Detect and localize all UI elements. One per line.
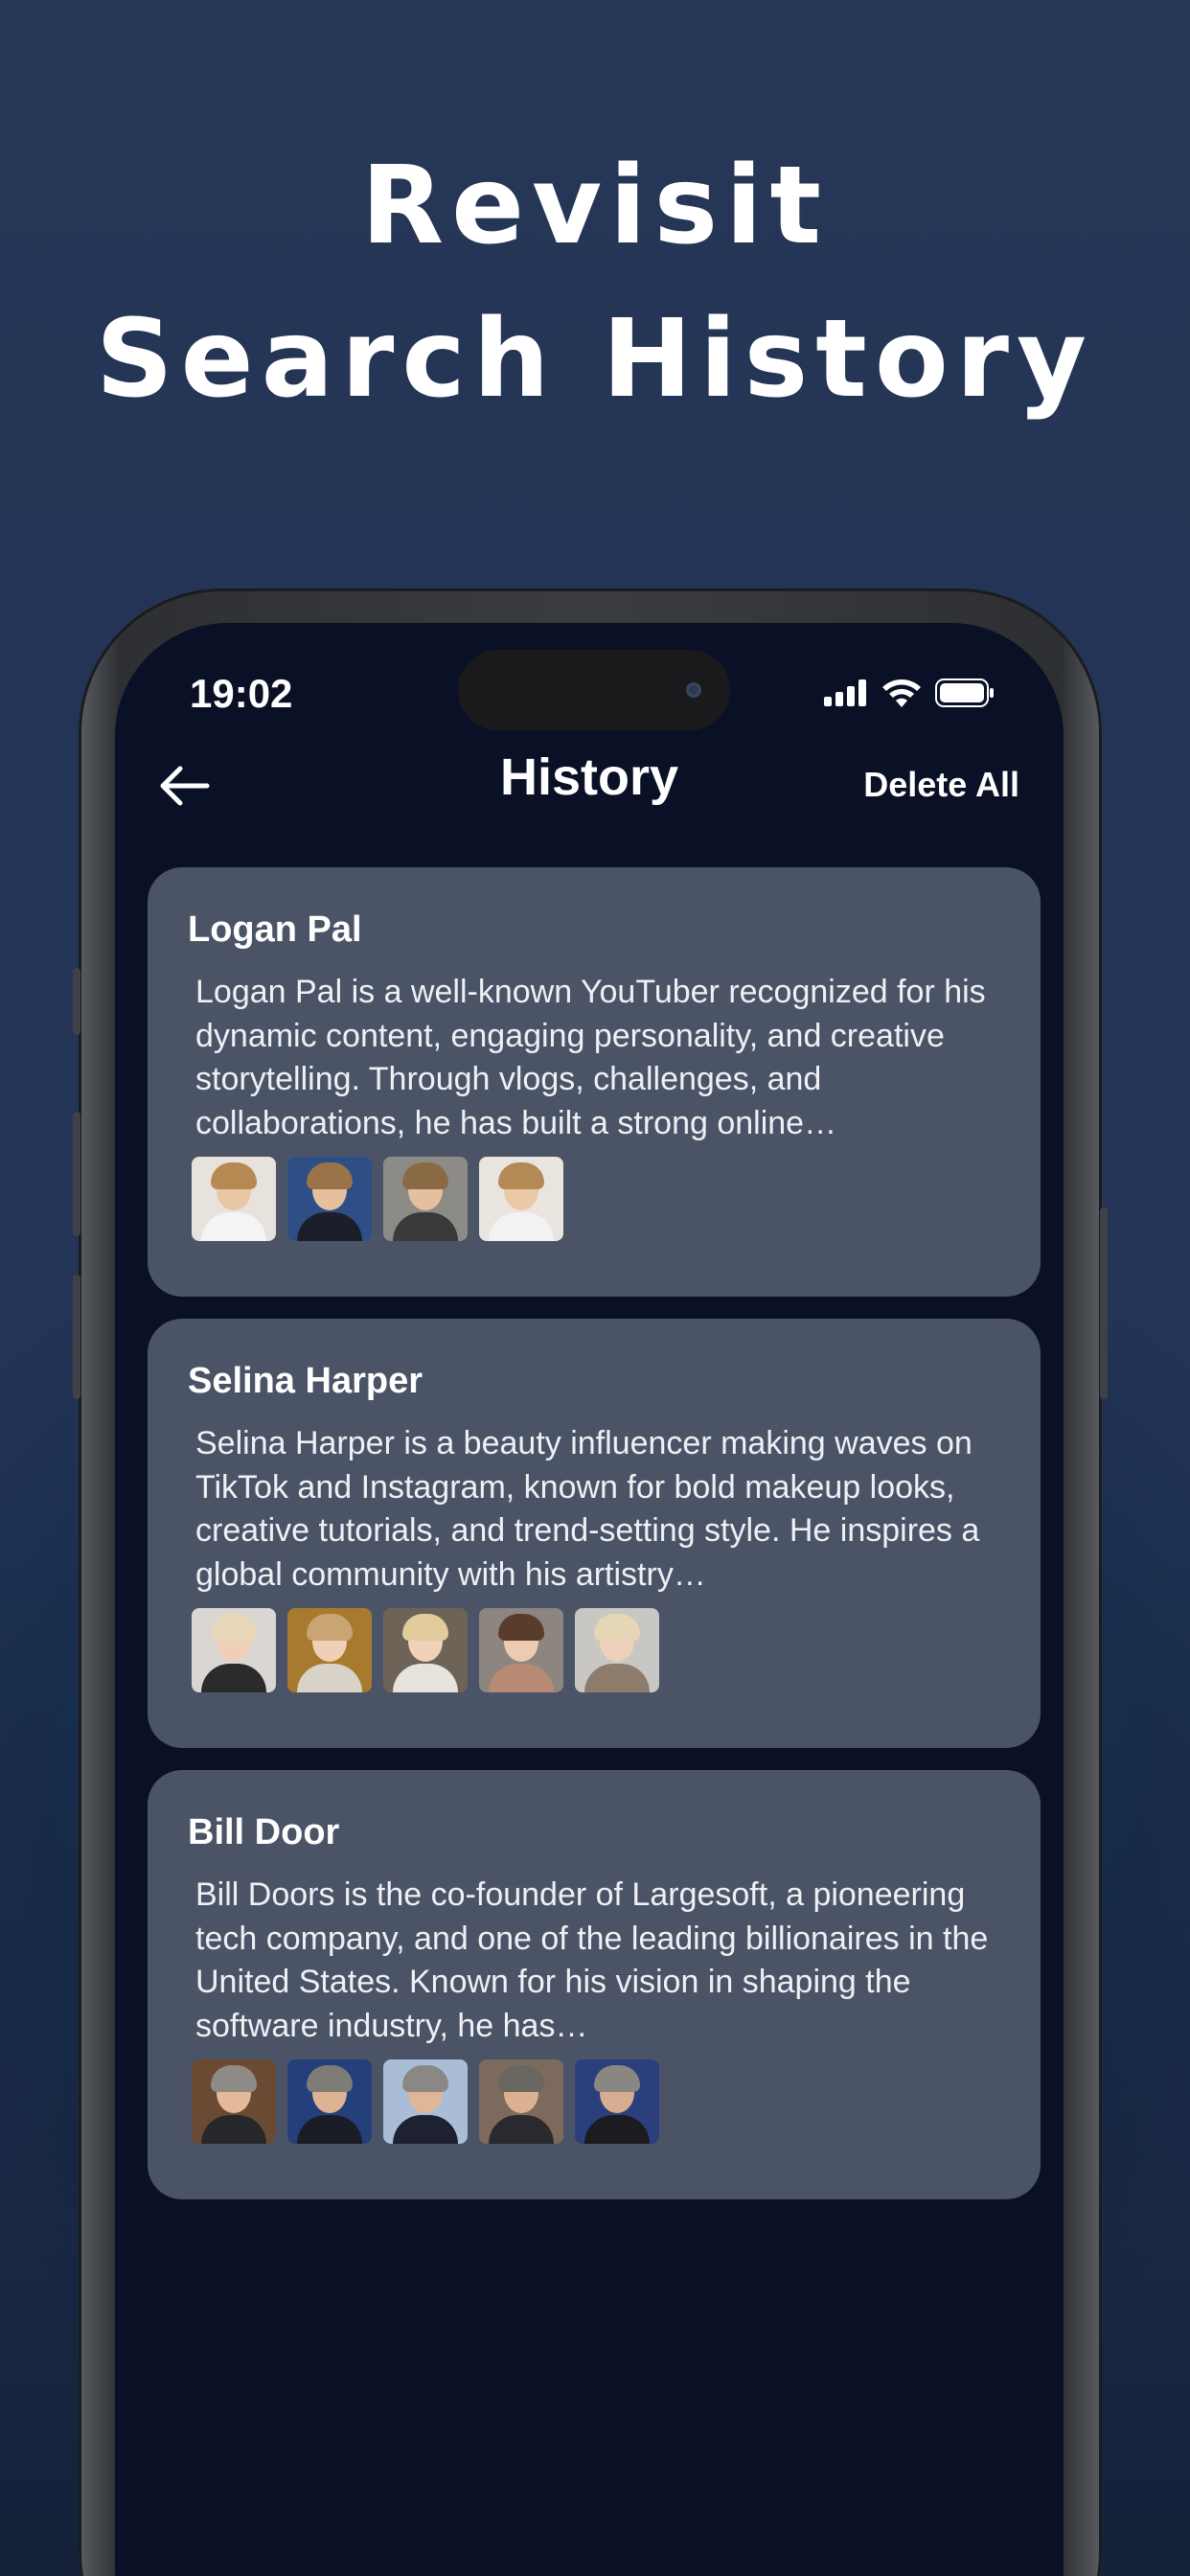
thumbnail-image[interactable] [287,2059,372,2144]
headline-line-2: Search History [95,297,1095,422]
thumbnail-image[interactable] [479,1157,563,1241]
thumbnail-row [192,2059,659,2144]
thumbnail-row [192,1608,659,1692]
history-card[interactable]: Bill Door Bill Doors is the co-founder o… [148,1770,1041,2199]
wifi-icon [882,679,921,707]
dynamic-island [458,650,730,730]
action-button [73,968,80,1035]
thumbnail-image[interactable] [383,1157,468,1241]
status-icons [824,678,995,707]
camera-icon [686,682,701,698]
thumbnail-image[interactable] [192,2059,276,2144]
card-description: Logan Pal is a well-known YouTuber recog… [195,974,986,1141]
thumbnail-image[interactable] [287,1157,372,1241]
volume-down-button [73,1275,80,1399]
headline-line-1: Revisit [360,144,830,268]
thumbnail-image[interactable] [575,2059,659,2144]
phone-screen: 19:02 History Delete All Logan Pal Logan… [115,623,1064,2576]
thumbnail-image[interactable] [479,2059,563,2144]
thumbnail-image[interactable] [479,1608,563,1692]
thumbnail-image[interactable] [383,1608,468,1692]
thumbnail-image[interactable] [383,2059,468,2144]
card-description: Bill Doors is the co-founder of Largesof… [195,1876,989,2044]
history-card[interactable]: Logan Pal Logan Pal is a well-known YouT… [148,867,1041,1297]
card-name: Bill Door [188,1812,340,1852]
power-button [1100,1208,1108,1399]
thumbnail-image[interactable] [192,1608,276,1692]
card-description: Selina Harper is a beauty influencer mak… [195,1425,980,1593]
volume-up-button [73,1112,80,1236]
card-name: Logan Pal [188,909,362,950]
thumbnail-image[interactable] [575,1608,659,1692]
delete-all-button[interactable]: Delete All [863,765,1019,805]
thumbnail-image[interactable] [192,1157,276,1241]
card-name: Selina Harper [188,1361,423,1401]
history-card[interactable]: Selina Harper Selina Harper is a beauty … [148,1319,1041,1748]
signal-icon [824,679,866,706]
thumbnail-row [192,1157,563,1241]
thumbnail-image[interactable] [287,1608,372,1692]
battery-icon [935,678,994,707]
status-time: 19:02 [190,671,293,716]
